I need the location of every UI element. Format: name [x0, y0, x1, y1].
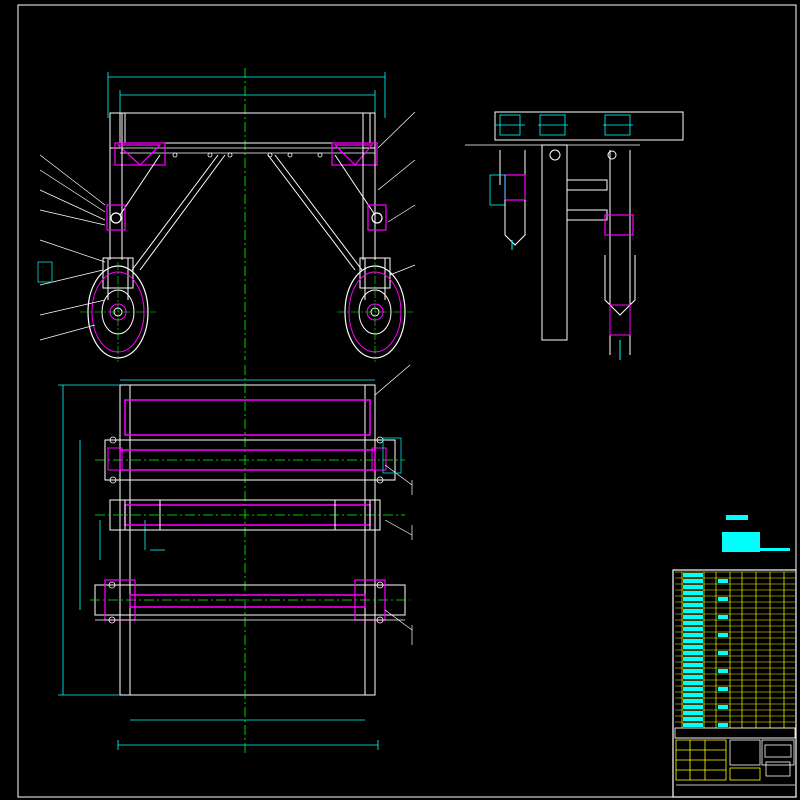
bom-table-rows — [675, 571, 795, 729]
bom-part-name-cell — [683, 591, 703, 595]
top-dimension-lines — [107, 72, 386, 118]
bom-part-name-cell — [683, 603, 703, 607]
shaft-upper — [95, 439, 405, 481]
crossbar — [120, 147, 375, 154]
title-block — [672, 569, 797, 798]
bom-part-name-cell — [683, 627, 703, 631]
drawing-border — [17, 4, 797, 798]
bom-part-name-cell — [683, 669, 703, 673]
bom-part-name-cell — [683, 651, 703, 655]
bom-part-name-cell — [683, 615, 703, 619]
top-view-right-leaders — [382, 437, 413, 645]
bom-material-cell — [718, 597, 728, 601]
side-view — [465, 111, 684, 360]
bom-material-cell — [718, 615, 728, 619]
bom-material-cell — [718, 579, 728, 583]
bom-part-name-cell — [683, 693, 703, 697]
side-beam — [494, 111, 684, 141]
side-clamps — [495, 114, 633, 136]
bom-part-name-cell — [683, 633, 703, 637]
notes-heading-mark — [726, 515, 748, 520]
magenta-panel — [124, 399, 371, 436]
bom-material-cell — [718, 651, 728, 655]
bom-part-name-cell — [683, 645, 703, 649]
bom-part-name-cell — [683, 585, 703, 589]
top-view-frame — [119, 384, 376, 696]
bom-header-row — [674, 727, 796, 739]
left-wheel — [80, 262, 156, 362]
bom-part-name-cell — [683, 579, 703, 583]
bom-part-name-cell — [683, 639, 703, 643]
cad-drawing-canvas — [17, 4, 797, 798]
bom-part-name-cell — [683, 573, 703, 577]
side-lower-parts — [504, 200, 636, 360]
top-view — [58, 365, 413, 755]
front-view — [37, 68, 416, 396]
bom-part-name-cell — [683, 657, 703, 661]
bom-part-name-cell — [683, 687, 703, 691]
diagonal-struts — [119, 154, 376, 271]
right-wheel — [337, 262, 413, 362]
shaft-lower — [90, 579, 410, 621]
bom-part-name-cell — [683, 699, 703, 703]
notes-text-block — [722, 532, 760, 552]
bom-part-name-cell — [683, 621, 703, 625]
shaft-middle — [95, 499, 405, 531]
side-bearings — [489, 149, 634, 236]
right-balloon-leaders — [374, 111, 416, 396]
mid-bearing-housings — [106, 204, 387, 231]
notes-text-line — [760, 548, 790, 551]
bom-part-name-cell — [683, 597, 703, 601]
bom-part-name-cell — [683, 705, 703, 709]
bom-part-name-cell — [683, 717, 703, 721]
bom-part-name-cell — [683, 723, 703, 727]
bom-part-name-cell — [683, 711, 703, 715]
bom-part-name-cell — [683, 681, 703, 685]
technical-notes — [722, 515, 790, 552]
title-block-lower — [675, 737, 795, 786]
bom-material-cell — [718, 687, 728, 691]
bom-material-cell — [718, 723, 728, 727]
bom-part-name-cell — [683, 675, 703, 679]
bom-material-cell — [718, 705, 728, 709]
bom-material-cell — [718, 669, 728, 673]
bom-part-name-cell — [683, 609, 703, 613]
crossbar-bolts — [172, 152, 323, 158]
upper-brackets — [114, 142, 378, 166]
bom-part-name-cell — [683, 663, 703, 667]
bom-material-cell — [718, 633, 728, 637]
